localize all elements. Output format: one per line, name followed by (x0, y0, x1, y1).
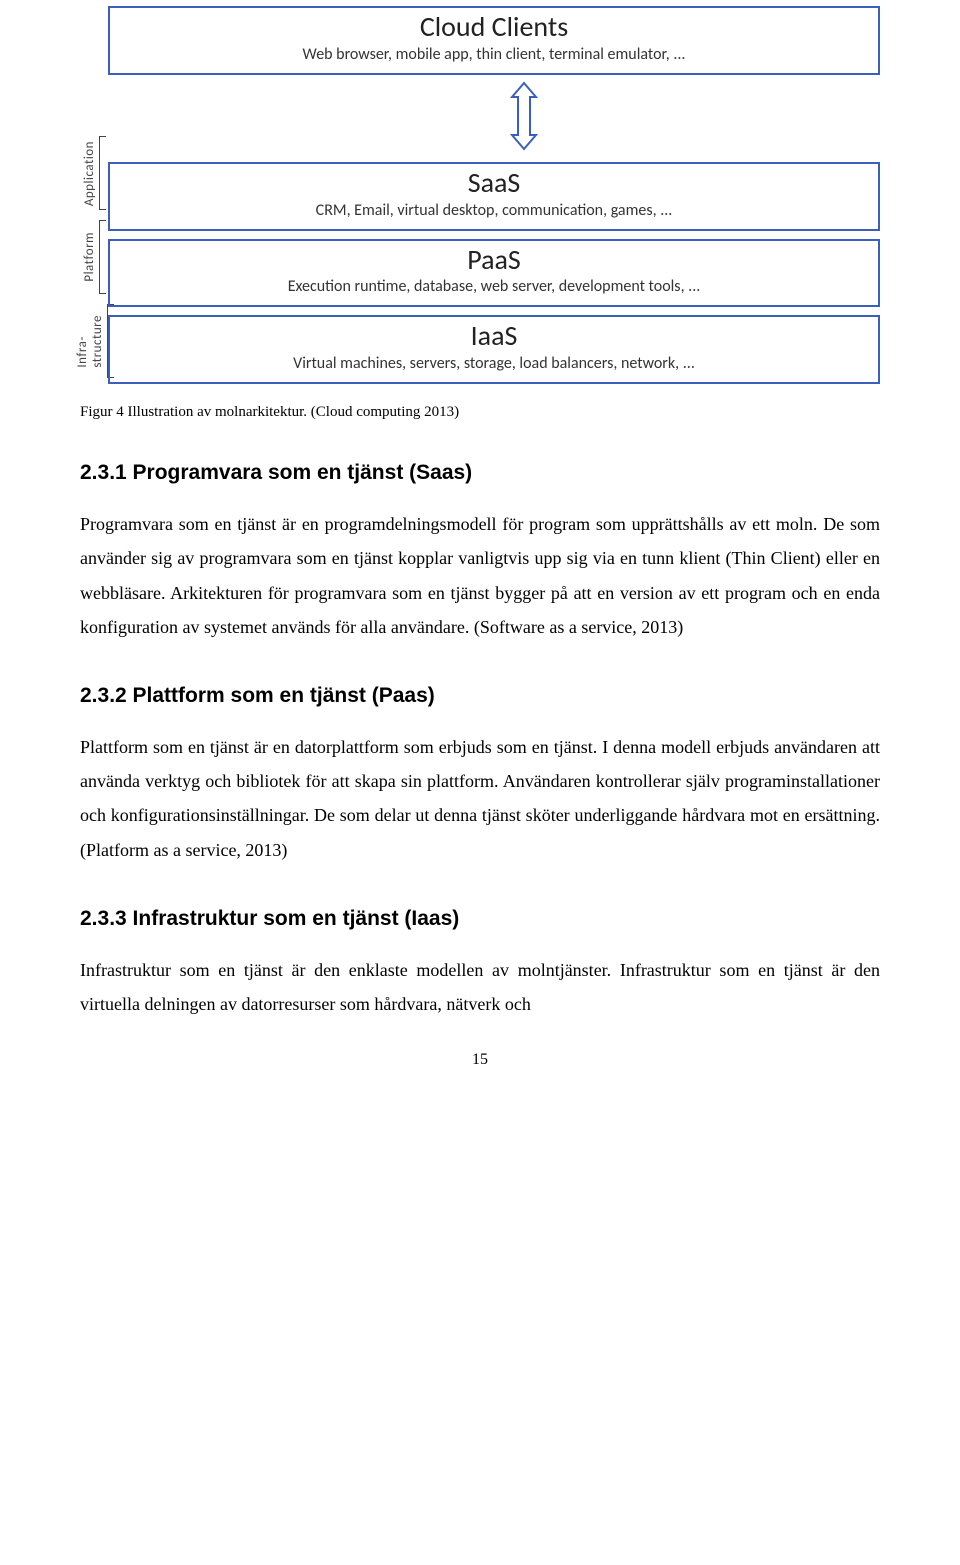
side-label-infra-1: Infra- (75, 315, 90, 368)
diagram-box-paas-title: PaaS (116, 245, 872, 276)
side-label-infra-2: structure (90, 315, 105, 368)
diagram-box-clients-subtitle: Web browser, mobile app, thin client, te… (116, 45, 872, 65)
diagram-box-saas-title: SaaS (116, 168, 872, 199)
body-2-3-2: Plattform som en tjänst är en datorplatt… (80, 730, 880, 867)
diagram-box-paas: PaaS Execution runtime, database, web se… (108, 239, 880, 308)
body-2-3-3: Infrastruktur som en tjänst är den enkla… (80, 953, 880, 1021)
diagram-box-iaas: IaaS Virtual machines, servers, storage,… (108, 315, 880, 384)
diagram-box-clients: Cloud Clients Web browser, mobile app, t… (108, 6, 880, 75)
side-label-application: Application (82, 141, 97, 206)
figure-caption: Figur 4 Illustration av molnarkitektur. … (80, 404, 880, 421)
side-label-platform: Platform (82, 232, 97, 282)
diagram-box-iaas-subtitle: Virtual machines, servers, storage, load… (116, 354, 872, 374)
diagram-side-labels: Application Platform Infra- structure (80, 6, 108, 384)
heading-2-3-3: 2.3.3 Infrastruktur som en tjänst (Iaas) (80, 907, 880, 931)
cloud-diagram: Application Platform Infra- structure Cl… (80, 6, 880, 384)
diagram-box-clients-title: Cloud Clients (116, 12, 872, 43)
heading-2-3-1: 2.3.1 Programvara som en tjänst (Saas) (80, 461, 880, 485)
diagram-box-iaas-title: IaaS (116, 321, 872, 352)
double-arrow-icon (168, 81, 880, 156)
page-number: 15 (80, 1051, 880, 1069)
diagram-box-saas-subtitle: CRM, Email, virtual desktop, communicati… (116, 201, 872, 221)
diagram-box-saas: SaaS CRM, Email, virtual desktop, commun… (108, 162, 880, 231)
heading-2-3-2: 2.3.2 Plattform som en tjänst (Paas) (80, 684, 880, 708)
body-2-3-1: Programvara som en tjänst är en programd… (80, 507, 880, 644)
diagram-box-paas-subtitle: Execution runtime, database, web server,… (116, 277, 872, 297)
